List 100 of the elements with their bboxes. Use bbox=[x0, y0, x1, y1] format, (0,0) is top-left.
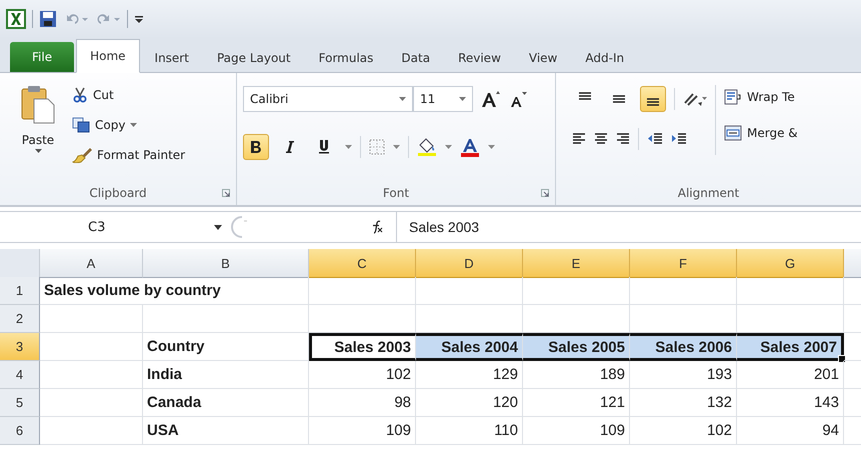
sheet-cell[interactable]: 110 bbox=[416, 417, 523, 445]
caret-icon[interactable] bbox=[130, 123, 138, 127]
column-header[interactable]: D bbox=[416, 249, 523, 278]
country-cell: India bbox=[147, 366, 182, 383]
fill-color-icon[interactable] bbox=[417, 138, 437, 156]
file-tab[interactable]: File bbox=[10, 42, 74, 72]
caret-icon[interactable] bbox=[393, 145, 400, 149]
scissors-icon[interactable] bbox=[72, 87, 88, 103]
borders-icon[interactable] bbox=[369, 139, 385, 155]
column-heading-cell: Sales 2007 bbox=[760, 338, 837, 356]
bottom-align-button[interactable] bbox=[640, 86, 666, 112]
sheet-cell[interactable]: USA bbox=[143, 417, 309, 445]
name-box[interactable]: C3 bbox=[0, 212, 230, 242]
align-left-icon[interactable] bbox=[572, 132, 586, 146]
sheet-cell[interactable]: 189 bbox=[523, 361, 630, 389]
ribbon-tab[interactable]: Insert bbox=[142, 44, 202, 72]
italic-icon bbox=[286, 141, 294, 153]
customize-toolbar-icon[interactable] bbox=[134, 13, 144, 25]
number-cell: 109 bbox=[600, 422, 625, 439]
caret-icon[interactable] bbox=[445, 145, 452, 149]
align-center-icon[interactable] bbox=[594, 132, 608, 146]
formula-field[interactable]: Sales 2003 bbox=[397, 212, 861, 242]
cut-button[interactable]: Cut bbox=[93, 88, 114, 102]
sheet-cell[interactable]: Sales 2006 bbox=[630, 333, 737, 361]
fill-handle[interactable] bbox=[838, 355, 846, 363]
number-cell: 201 bbox=[814, 366, 839, 383]
dialog-launcher-icon[interactable] bbox=[222, 189, 230, 197]
sheet-cell[interactable]: Sales 2007 bbox=[737, 333, 844, 361]
increase-indent-icon[interactable] bbox=[671, 132, 687, 146]
sheet-cell[interactable]: 120 bbox=[416, 389, 523, 417]
copy-button[interactable]: Copy bbox=[95, 118, 126, 132]
sheet-cell[interactable]: Sales volume by country bbox=[40, 277, 309, 305]
align-right-icon[interactable] bbox=[616, 132, 630, 146]
column-header[interactable]: B bbox=[143, 249, 309, 278]
ribbon-tab[interactable]: Data bbox=[388, 44, 444, 72]
excel-logo-icon[interactable] bbox=[6, 9, 26, 29]
number-cell: 143 bbox=[814, 394, 839, 411]
row-header[interactable]: 1 bbox=[0, 277, 40, 305]
ribbon-tab[interactable]: Formulas bbox=[306, 44, 386, 72]
text-orientation-icon[interactable] bbox=[683, 91, 707, 107]
sheet-cell[interactable]: Canada bbox=[143, 389, 309, 417]
redo-icon[interactable] bbox=[95, 11, 121, 27]
number-cell: 189 bbox=[600, 366, 625, 383]
decrease-indent-icon[interactable] bbox=[647, 132, 663, 146]
font-name-dropdown[interactable]: Calibri bbox=[243, 86, 413, 112]
caret-icon[interactable] bbox=[488, 145, 495, 149]
sheet-cell[interactable]: 201 bbox=[737, 361, 844, 389]
row-header[interactable]: 5 bbox=[0, 389, 40, 417]
sheet-cell[interactable]: Sales 2004 bbox=[416, 333, 523, 361]
column-header[interactable]: F bbox=[630, 249, 737, 278]
wrap-text-icon[interactable] bbox=[724, 89, 742, 105]
clipboard-icon[interactable] bbox=[20, 85, 56, 125]
ribbon-tab[interactable]: View bbox=[516, 44, 570, 72]
sheet-cell[interactable]: 109 bbox=[309, 417, 416, 445]
number-cell: 110 bbox=[494, 422, 518, 439]
font-color-icon[interactable] bbox=[460, 138, 480, 156]
save-icon[interactable] bbox=[39, 10, 57, 28]
column-header[interactable]: A bbox=[40, 249, 143, 278]
column-header[interactable]: C bbox=[309, 249, 416, 278]
ribbon-tab[interactable]: Review bbox=[445, 44, 514, 72]
ribbon-tab[interactable]: Add-In bbox=[572, 44, 638, 72]
sheet-cell[interactable]: 102 bbox=[630, 417, 737, 445]
row-header[interactable]: 2 bbox=[0, 305, 40, 333]
caret-icon[interactable] bbox=[34, 149, 42, 153]
sheet-cell[interactable]: 129 bbox=[416, 361, 523, 389]
sheet-cell[interactable]: Sales 2003 bbox=[309, 333, 416, 361]
country-cell: Canada bbox=[147, 394, 202, 411]
ribbon-tab[interactable]: Home bbox=[76, 39, 140, 73]
sheet-cell[interactable]: Sales 2005 bbox=[523, 333, 630, 361]
sheet-cell[interactable]: 98 bbox=[309, 389, 416, 417]
format-painter-button[interactable]: Format Painter bbox=[97, 148, 186, 162]
ribbon-tab[interactable]: Page Layout bbox=[204, 44, 304, 72]
paste-button[interactable]: Paste bbox=[22, 133, 54, 147]
merge-button[interactable]: Merge & bbox=[747, 126, 798, 140]
column-header[interactable]: G bbox=[737, 249, 844, 278]
number-cell: 94 bbox=[822, 422, 839, 439]
sheet-cell[interactable]: 143 bbox=[737, 389, 844, 417]
column-header[interactable]: E bbox=[523, 249, 630, 278]
number-cell: 102 bbox=[706, 422, 732, 439]
sheet-cell[interactable]: 121 bbox=[523, 389, 630, 417]
merge-cells-icon[interactable] bbox=[724, 125, 742, 141]
font-size-dropdown[interactable]: 11 bbox=[413, 86, 473, 112]
sheet-cell[interactable]: India bbox=[143, 361, 309, 389]
wrap-text-button[interactable]: Wrap Te bbox=[747, 90, 795, 104]
sheet-cell[interactable]: 109 bbox=[523, 417, 630, 445]
sheet-cell[interactable]: 132 bbox=[630, 389, 737, 417]
sheet-cell[interactable]: 102 bbox=[309, 361, 416, 389]
paintbrush-icon[interactable] bbox=[72, 147, 92, 163]
bold-button[interactable] bbox=[243, 134, 269, 160]
row-header[interactable]: 4 bbox=[0, 361, 40, 389]
number-cell: 109 bbox=[386, 422, 411, 439]
dialog-launcher-icon[interactable] bbox=[541, 189, 549, 197]
row-header[interactable]: 3 bbox=[0, 333, 40, 361]
caret-icon[interactable] bbox=[345, 145, 352, 149]
shrink-font-icon[interactable] bbox=[509, 90, 527, 108]
row-header[interactable]: 6 bbox=[0, 417, 40, 445]
sheet-cell[interactable]: 193 bbox=[630, 361, 737, 389]
copy-icon[interactable] bbox=[72, 117, 90, 133]
grow-font-icon[interactable] bbox=[481, 90, 501, 108]
sheet-cell[interactable]: 94 bbox=[737, 417, 844, 445]
